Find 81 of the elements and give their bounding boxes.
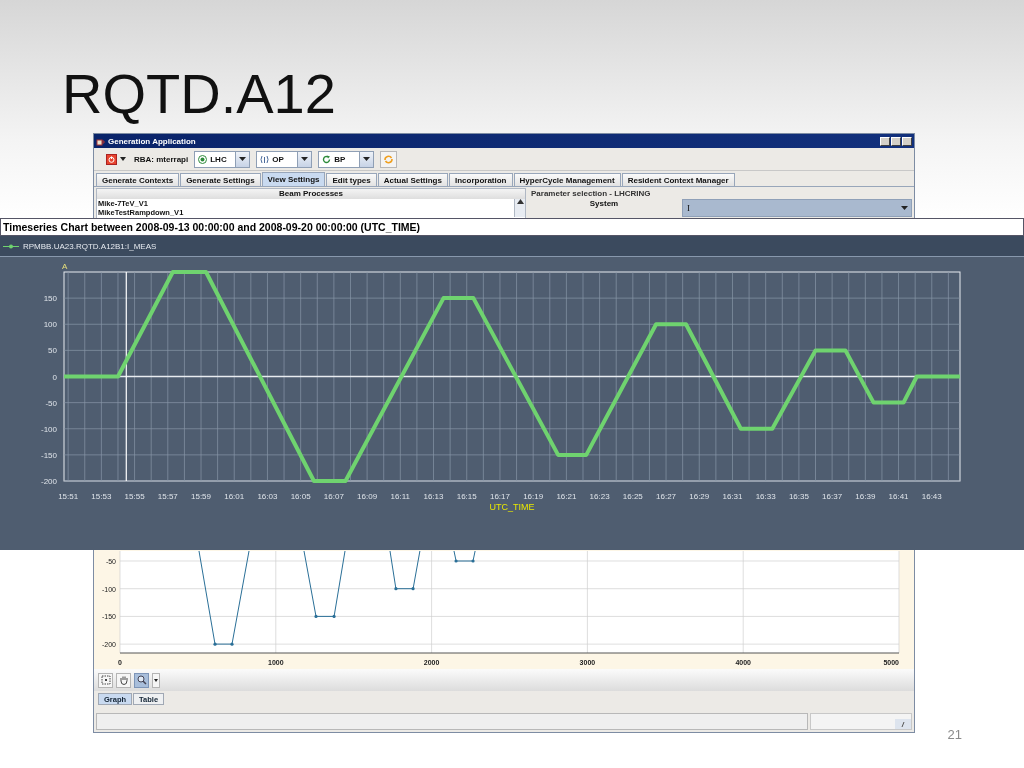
axis-label: 16:23 bbox=[589, 492, 610, 501]
axis-label: 16:01 bbox=[224, 492, 245, 501]
axis-label: 150 bbox=[43, 294, 57, 304]
radio-icon bbox=[198, 154, 208, 164]
caret-icon bbox=[239, 157, 247, 161]
axis-label: -100 bbox=[41, 424, 57, 434]
tab[interactable]: HyperCycle Management bbox=[513, 173, 621, 186]
caret-icon bbox=[363, 157, 371, 161]
axis-label: 16:43 bbox=[921, 492, 942, 501]
axis-label: 16:31 bbox=[722, 492, 743, 501]
tool-menu-button[interactable] bbox=[152, 672, 160, 688]
tab[interactable]: View Settings bbox=[261, 172, 326, 186]
caret-icon bbox=[900, 206, 908, 210]
chart-tool-button[interactable] bbox=[134, 672, 149, 688]
axis-label: 16:41 bbox=[888, 492, 909, 501]
tab[interactable]: Generate Contexts bbox=[96, 173, 180, 186]
axis-label: 16:33 bbox=[755, 492, 776, 501]
window-title: Generation Application bbox=[108, 136, 196, 146]
axis-label: 16:19 bbox=[523, 492, 544, 501]
axis-label: 15:55 bbox=[124, 492, 145, 501]
legend-label: RPMBB.UA23.RQTD.A12B1:I_MEAS bbox=[23, 241, 157, 251]
tab[interactable]: Actual Settings bbox=[377, 173, 448, 186]
refresh-icon bbox=[322, 154, 332, 164]
axis-label: 16:25 bbox=[622, 492, 643, 501]
selector-dropdown[interactable]: LHC bbox=[194, 150, 251, 168]
axis-label: 16:11 bbox=[390, 492, 411, 501]
slide-title: RQTD.A12 bbox=[62, 62, 336, 126]
power-icon bbox=[106, 153, 117, 165]
axis-title: A bbox=[62, 262, 68, 271]
zoom-icon bbox=[136, 675, 147, 685]
user-label: RBA: mterrapi bbox=[134, 154, 189, 164]
sync-icon bbox=[383, 153, 395, 165]
axis-label: 16:35 bbox=[788, 492, 809, 501]
axis-label: 16:37 bbox=[822, 492, 843, 501]
fit-icon bbox=[100, 675, 111, 685]
axis-label: 16:29 bbox=[689, 492, 710, 501]
axis-label: -50 bbox=[45, 398, 57, 408]
axis-label: -200 bbox=[41, 477, 57, 486]
maximize-button[interactable] bbox=[891, 136, 901, 146]
axis-label: 16:39 bbox=[855, 492, 876, 501]
axis-label: 16:07 bbox=[323, 492, 344, 501]
selector-dropdown[interactable]: BP bbox=[318, 150, 375, 168]
legend-line-icon bbox=[3, 243, 19, 249]
axis-label: 50 bbox=[48, 346, 57, 356]
chart-title: Timeseries Chart between 2008-09-13 00:00:00 and 2008-09-20 00:00:00 (UTC_TIME) bbox=[0, 218, 1024, 236]
axis-label: 16:13 bbox=[423, 492, 444, 501]
hand-icon bbox=[118, 675, 129, 685]
caret-icon bbox=[120, 157, 126, 161]
axis-label: 16:03 bbox=[257, 492, 278, 501]
tab[interactable]: Generate Settings bbox=[180, 173, 261, 186]
resize-grip-icon[interactable] bbox=[895, 719, 911, 729]
signal-icon bbox=[260, 154, 270, 164]
axis-label: 16:17 bbox=[489, 492, 510, 501]
tab[interactable]: Edit types bbox=[326, 173, 377, 186]
group-title: Parameter selection - LHCRING bbox=[530, 188, 652, 199]
axis-label: 15:51 bbox=[58, 492, 79, 501]
axis-label: 15:53 bbox=[91, 492, 112, 501]
tab[interactable]: Incorporation bbox=[448, 173, 513, 186]
close-button[interactable] bbox=[902, 136, 912, 146]
axis-label: -150 bbox=[41, 450, 57, 460]
axis-label: 16:21 bbox=[556, 492, 577, 501]
axis-label: 15:57 bbox=[157, 492, 178, 501]
caret-icon bbox=[154, 678, 158, 682]
axis-label: 16:15 bbox=[456, 492, 477, 501]
axis-label: 16:05 bbox=[290, 492, 311, 501]
column-header: Beam Processes bbox=[97, 189, 525, 199]
column-header: System bbox=[588, 199, 620, 210]
axis-label: 15:59 bbox=[191, 492, 212, 501]
minimize-button[interactable] bbox=[880, 136, 890, 146]
axis-title: UTC_TIME bbox=[489, 502, 535, 512]
chart-tool-button[interactable] bbox=[116, 672, 131, 688]
axis-label: 0 bbox=[52, 372, 57, 382]
cursor-line[interactable] bbox=[125, 271, 127, 482]
axis-label: 16:09 bbox=[357, 492, 378, 501]
axis-label: 100 bbox=[43, 320, 57, 330]
tab[interactable]: Resident Context Manager bbox=[621, 173, 735, 186]
caret-icon bbox=[301, 157, 309, 161]
page-number: 21 bbox=[947, 727, 962, 742]
parameter-dropdown[interactable]: I bbox=[682, 199, 912, 217]
axis-label: 16:27 bbox=[656, 492, 677, 501]
selector-dropdown[interactable]: OP bbox=[256, 150, 313, 168]
